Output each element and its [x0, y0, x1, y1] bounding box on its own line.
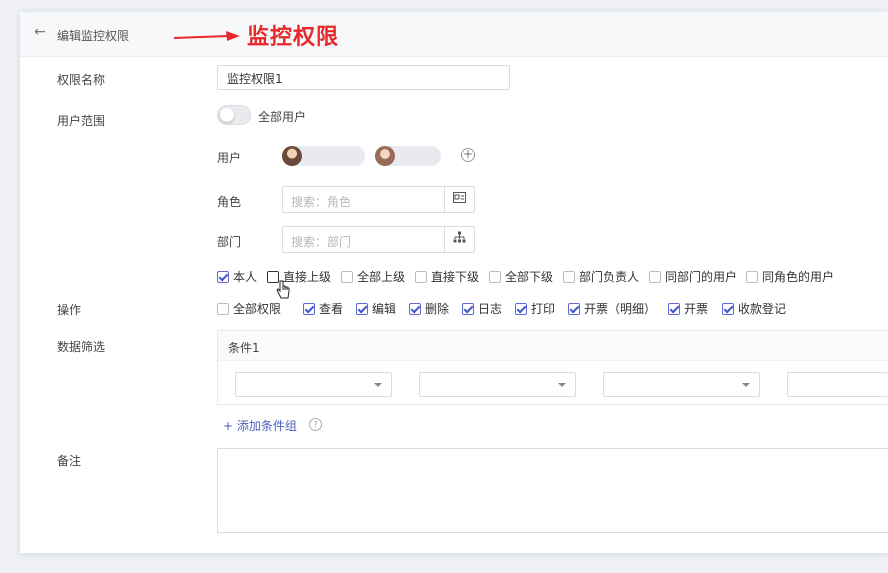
relation-label: 本人 [233, 270, 258, 284]
checkbox-box [409, 302, 421, 315]
checkbox-box [722, 302, 734, 315]
remark-label: 备注 [57, 454, 82, 468]
hand-cursor-icon [276, 280, 290, 299]
operation-checkbox[interactable]: 编辑 [356, 300, 396, 317]
toggle-knob [220, 108, 234, 122]
depts-label: 部门 [217, 235, 242, 249]
relation-checkbox[interactable]: 直接下级 [415, 268, 479, 285]
condition-extra-select[interactable] [787, 372, 888, 397]
red-arrow-icon [173, 31, 240, 41]
filter-label: 数据筛选 [57, 340, 106, 354]
relation-checkbox[interactable]: 同角色的用户 [746, 268, 834, 285]
chevron-down-icon [374, 383, 382, 387]
operation-checkbox[interactable]: 全部权限 [217, 300, 281, 317]
checkbox-box [746, 270, 758, 283]
org-tree-icon[interactable] [444, 227, 474, 252]
chevron-down-icon [742, 383, 750, 387]
operation-label: 删除 [425, 302, 450, 316]
condition-field-select[interactable] [235, 372, 392, 397]
top-bar [20, 12, 888, 57]
operation-label: 开票 [684, 302, 709, 316]
checkbox-box [462, 302, 474, 315]
relation-label: 直接上级 [283, 270, 332, 284]
relation-label: 同部门的用户 [665, 270, 738, 284]
operation-label: 查看 [319, 302, 344, 316]
operation-checkbox[interactable]: 查看 [303, 300, 343, 317]
toggle-label: 全部用户 [258, 110, 307, 124]
name-input[interactable]: 监控权限1 [217, 65, 510, 90]
relation-label: 部门负责人 [579, 270, 640, 284]
scope-label: 用户范围 [57, 114, 106, 128]
avatar [282, 146, 302, 166]
operation-checkbox[interactable]: 开票（明细） [568, 300, 656, 317]
remark-textarea[interactable] [217, 448, 888, 533]
name-label: 权限名称 [57, 73, 106, 87]
relation-label: 全部上级 [357, 270, 406, 284]
user-chip[interactable] [282, 146, 365, 166]
role-search-input[interactable]: 搜索：角色 [282, 186, 475, 213]
condition-header: 条件1 [218, 331, 888, 361]
condition-operator-select[interactable] [419, 372, 576, 397]
dept-search-input[interactable]: 搜索：部门 [282, 226, 475, 253]
relation-checkbox[interactable]: 全部下级 [489, 268, 553, 285]
all-users-toggle[interactable] [217, 105, 251, 125]
ops-label: 操作 [57, 303, 82, 317]
condition-title: 条件1 [228, 341, 260, 355]
condition-value-select[interactable] [603, 372, 760, 397]
arrow-left-icon[interactable]: ← [34, 24, 46, 40]
operation-label: 开票（明细） [584, 302, 657, 316]
checkbox-box [649, 270, 661, 283]
operation-label: 收款登记 [738, 302, 787, 316]
checkbox-box [341, 270, 353, 283]
operation-label: 全部权限 [233, 302, 282, 316]
relation-label: 直接下级 [431, 270, 480, 284]
operation-checkbox[interactable]: 开票 [668, 300, 708, 317]
operation-checkbox[interactable]: 删除 [409, 300, 449, 317]
operation-label: 编辑 [372, 302, 397, 316]
checkbox-box [489, 270, 501, 283]
operation-label: 打印 [531, 302, 556, 316]
checkbox-box [217, 270, 229, 283]
operation-checkbox[interactable]: 收款登记 [722, 300, 786, 317]
add-condition-group-button[interactable]: + 添加条件组 [223, 417, 297, 434]
relation-checkbox[interactable]: 同部门的用户 [649, 268, 737, 285]
dept-search-placeholder: 搜索：部门 [291, 235, 352, 249]
user-chip[interactable] [375, 146, 441, 166]
breadcrumb: 编辑监控权限 [57, 29, 130, 43]
relation-checkbox[interactable]: 部门负责人 [563, 268, 639, 285]
relation-label: 同角色的用户 [762, 270, 835, 284]
role-picker-icon[interactable] [444, 187, 474, 212]
help-icon[interactable]: ? [309, 418, 322, 431]
relation-checkbox[interactable]: 全部上级 [341, 268, 405, 285]
checkbox-box [356, 302, 368, 315]
operation-checkbox[interactable]: 日志 [462, 300, 502, 317]
checkbox-box [217, 302, 229, 315]
operation-label: 日志 [478, 302, 503, 316]
checkbox-box [415, 270, 427, 283]
role-search-placeholder: 搜索：角色 [291, 195, 352, 209]
roles-label: 角色 [217, 195, 242, 209]
checkbox-box [563, 270, 575, 283]
chevron-down-icon [558, 383, 566, 387]
annotation-title: 监控权限 [247, 25, 340, 50]
operation-checkbox[interactable]: 打印 [515, 300, 555, 317]
avatar [375, 146, 395, 166]
relation-label: 全部下级 [505, 270, 554, 284]
add-user-icon[interactable]: + [461, 148, 475, 162]
checkbox-box [303, 302, 315, 315]
checkbox-box [668, 302, 680, 315]
users-label: 用户 [217, 151, 242, 165]
checkbox-box [568, 302, 580, 315]
relation-checkbox[interactable]: 本人 [217, 268, 257, 285]
checkbox-box [515, 302, 527, 315]
